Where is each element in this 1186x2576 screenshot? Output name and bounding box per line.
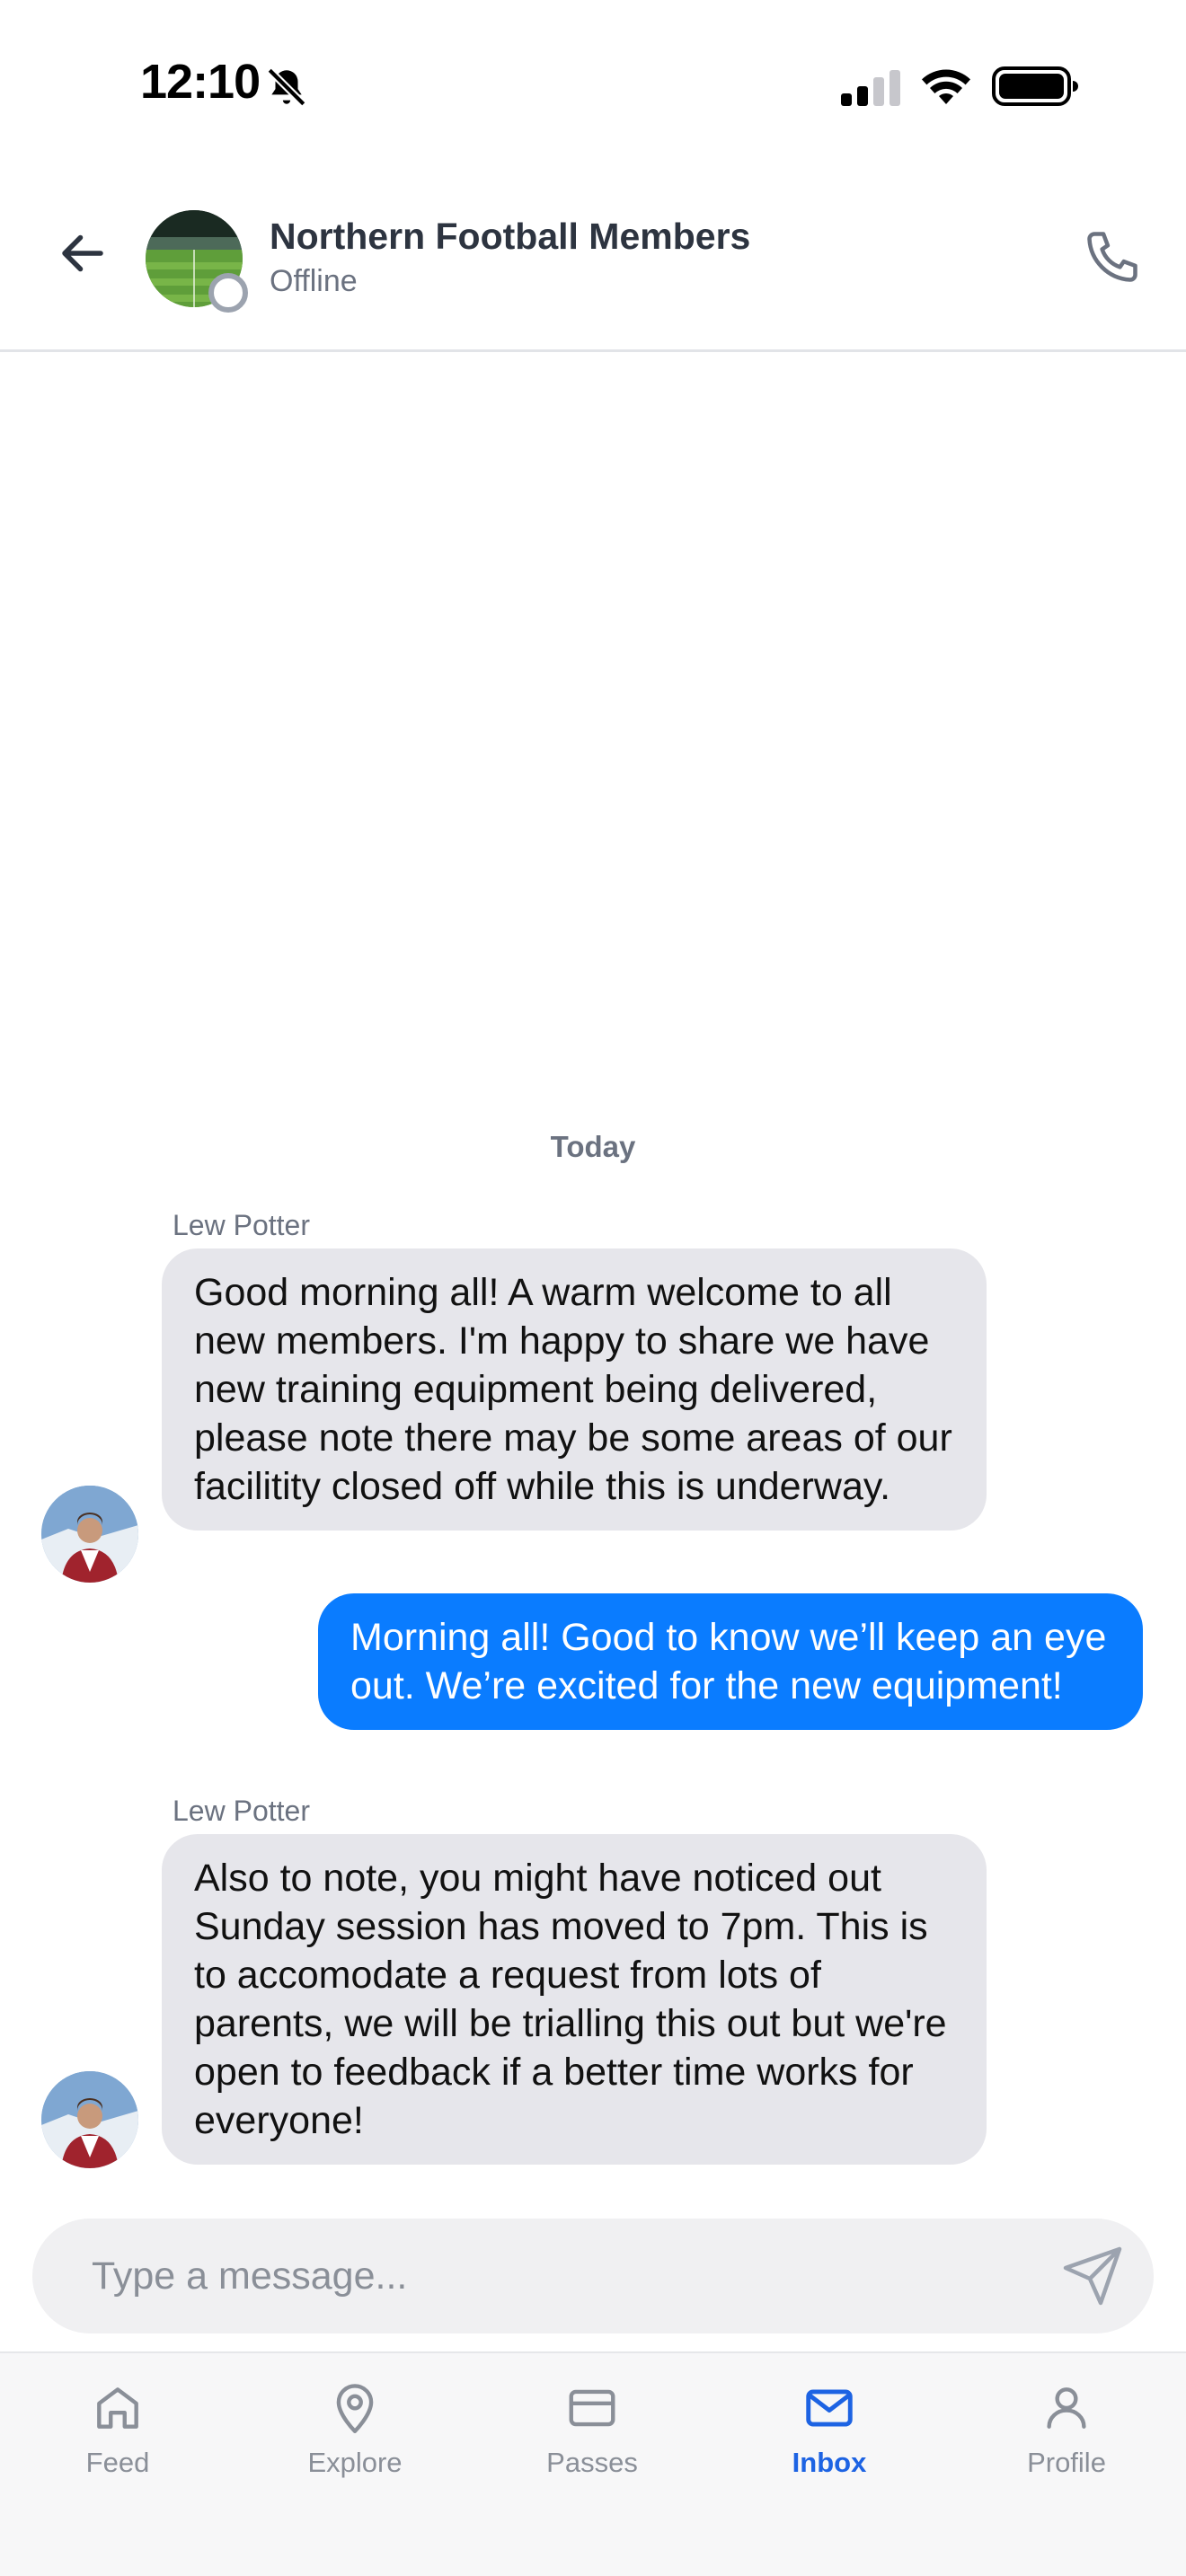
back-arrow-icon[interactable] <box>56 226 110 280</box>
tab-inbox[interactable]: Inbox <box>739 2380 919 2497</box>
tab-feed[interactable]: Feed <box>28 2380 208 2497</box>
map-pin-icon <box>336 2384 374 2434</box>
chat-title: Northern Football Members <box>270 216 751 257</box>
tab-label: Explore <box>307 2447 403 2478</box>
tab-passes[interactable]: Passes <box>502 2380 682 2497</box>
person-photo <box>41 2071 138 2168</box>
sender-name: Lew Potter <box>173 1795 310 1827</box>
bell-muted-icon <box>267 67 306 107</box>
home-icon <box>97 2387 138 2429</box>
presence-indicator <box>208 273 248 313</box>
mail-icon <box>806 2389 853 2427</box>
status-bar: 12:10 <box>0 0 1186 171</box>
card-icon <box>569 2389 615 2427</box>
user-icon <box>1047 2387 1086 2429</box>
chat-header: Northern Football Members Offline <box>0 171 1186 352</box>
tab-profile[interactable]: Profile <box>977 2380 1156 2497</box>
signal-icon <box>841 70 900 106</box>
wifi-icon <box>922 69 970 104</box>
tab-label: Passes <box>546 2447 638 2478</box>
tab-label: Feed <box>85 2447 150 2478</box>
phone-icon[interactable] <box>1082 226 1143 287</box>
send-icon[interactable] <box>1060 2244 1125 2308</box>
message-bubble-outgoing[interactable]: Morning all! Good to know we’ll keep an … <box>318 1593 1143 1730</box>
message-bubble-incoming[interactable]: Good morning all! A warm welcome to all … <box>162 1248 987 1531</box>
sender-avatar[interactable] <box>41 2071 138 2168</box>
tab-label: Profile <box>1027 2447 1106 2478</box>
battery-icon <box>992 66 1078 106</box>
message-bubble-incoming[interactable]: Also to note, you might have noticed out… <box>162 1834 987 2165</box>
person-photo <box>41 1486 138 1583</box>
sender-name: Lew Potter <box>173 1209 310 1241</box>
date-divider: Today <box>550 1130 636 1163</box>
sender-avatar[interactable] <box>41 1486 138 1583</box>
presence-status: Offline <box>270 264 358 298</box>
status-time: 12:10 <box>140 55 261 109</box>
message-composer <box>32 2219 1154 2333</box>
tab-label: Inbox <box>792 2447 867 2478</box>
chat-screen: 12:10 Northern Football Members Offline … <box>0 0 1186 2576</box>
tab-explore[interactable]: Explore <box>265 2380 445 2497</box>
message-input[interactable] <box>92 2245 1008 2307</box>
tab-bar: Feed Explore Passes Inbox Profile <box>0 2351 1186 2576</box>
